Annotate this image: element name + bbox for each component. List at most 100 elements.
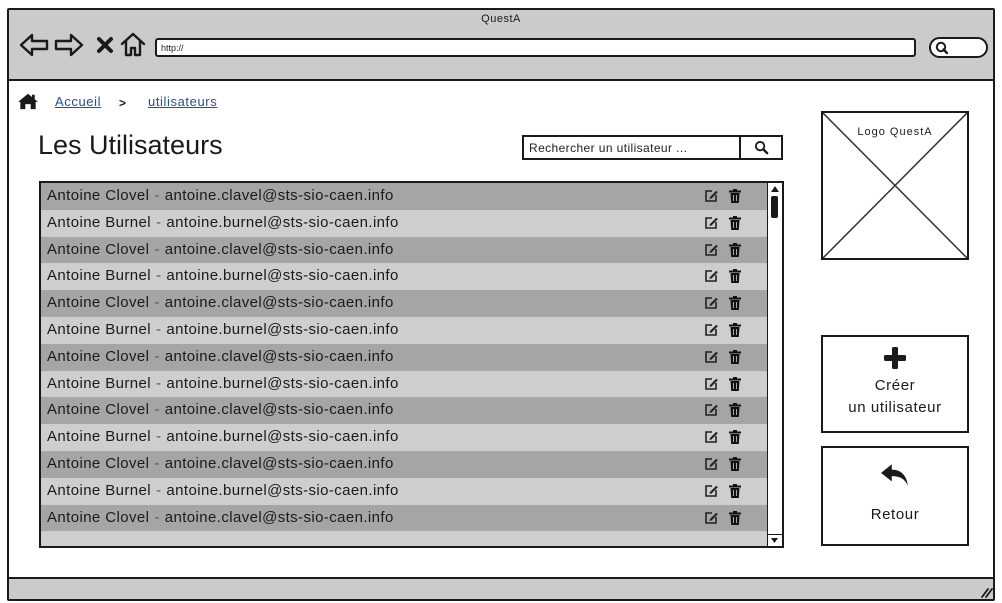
list-item[interactable]: Antoine Clovel - antoine.clavel@sts-sio-ca… xyxy=(41,290,767,317)
name-email-separator: - xyxy=(154,347,160,365)
list-item[interactable]: Antoine Clovel - antoine.clavel@sts-sio-ca… xyxy=(41,183,767,210)
user-email: antoine.burnel@sts-sio-caen.info xyxy=(166,428,399,446)
name-email-separator: - xyxy=(156,320,162,338)
edit-icon[interactable] xyxy=(703,295,719,311)
reply-icon xyxy=(880,462,910,488)
edit-icon[interactable] xyxy=(703,456,719,472)
name-email-separator: - xyxy=(154,240,160,258)
user-name: Antoine Clovel xyxy=(47,508,150,526)
window-title: QuestA xyxy=(481,13,521,25)
trash-icon[interactable] xyxy=(728,242,742,258)
search-button[interactable] xyxy=(739,137,781,158)
edit-icon[interactable] xyxy=(703,268,719,284)
back-arrow-icon[interactable] xyxy=(19,33,49,57)
trash-icon[interactable] xyxy=(728,456,742,472)
list-item[interactable]: Antoine Clovel - antoine.clavel@sts-sio-ca… xyxy=(41,343,767,371)
trash-icon[interactable] xyxy=(728,349,742,365)
list-item[interactable]: Antoine Clovel - antoine.clavel@sts-sio-ca… xyxy=(41,397,767,425)
search-icon xyxy=(754,140,769,155)
trash-icon[interactable] xyxy=(728,295,742,311)
list-item[interactable]: Antoine Burnel - antoine.burnel@sts-sio-ca… xyxy=(41,263,767,291)
list-item[interactable]: Antoine Clovel - antoine.clavel@sts-sio-ca… xyxy=(41,450,767,478)
browser-search-field[interactable] xyxy=(929,37,988,58)
edit-icon[interactable] xyxy=(703,188,719,204)
name-email-separator: - xyxy=(154,294,160,312)
user-email: antoine.clavel@sts-sio-caen.info xyxy=(164,401,394,419)
name-email-separator: - xyxy=(156,428,162,446)
edit-icon[interactable] xyxy=(703,376,719,392)
edit-icon[interactable] xyxy=(703,402,719,418)
edit-icon[interactable] xyxy=(703,429,719,445)
user-name: Antoine Clovel xyxy=(47,347,150,365)
list-scrollbar[interactable] xyxy=(767,183,782,546)
edit-icon[interactable] xyxy=(703,215,719,231)
page-title: Les Utilisateurs xyxy=(38,130,223,160)
list-item[interactable]: Antoine Clovel - antoine.clavel@sts-sio-ca… xyxy=(41,504,767,532)
scrollbar-thumb[interactable] xyxy=(771,196,778,218)
edit-icon[interactable] xyxy=(703,349,719,365)
trash-icon[interactable] xyxy=(728,215,742,231)
trash-icon[interactable] xyxy=(728,268,742,284)
list-item[interactable]: Antoine Burnel - antoine.burnel@sts-sio-ca… xyxy=(41,370,767,398)
home-icon[interactable] xyxy=(16,92,40,110)
name-email-separator: - xyxy=(156,267,162,285)
edit-icon[interactable] xyxy=(703,510,719,526)
user-email: antoine.burnel@sts-sio-caen.info xyxy=(166,267,399,285)
user-name: Antoine Clovel xyxy=(47,240,150,258)
home-outline-icon[interactable] xyxy=(119,31,147,58)
plus-icon xyxy=(883,346,907,370)
back-button-label: Retour xyxy=(870,506,920,523)
create-user-button[interactable]: Créer un utilisateur xyxy=(821,335,969,433)
search-icon xyxy=(935,41,949,55)
search-input[interactable] xyxy=(524,137,739,158)
trash-icon[interactable] xyxy=(728,429,742,445)
user-list: Antoine Clovel - antoine.clavel@sts-sio-ca… xyxy=(39,181,784,548)
name-email-separator: - xyxy=(156,481,162,499)
list-item[interactable]: Antoine Burnel - antoine.burnel@sts-sio-ca… xyxy=(41,316,767,344)
breadcrumb-home-link[interactable]: Accueil xyxy=(55,94,101,110)
scroll-down-button[interactable] xyxy=(768,534,782,546)
user-email: antoine.burnel@sts-sio-caen.info xyxy=(166,213,399,231)
name-email-separator: - xyxy=(156,213,162,231)
name-email-separator: - xyxy=(154,454,160,472)
trash-icon[interactable] xyxy=(728,510,742,526)
trash-icon[interactable] xyxy=(728,322,742,338)
user-search xyxy=(522,135,783,160)
breadcrumb-separator: > xyxy=(119,96,127,110)
user-name: Antoine Burnel xyxy=(47,428,152,446)
list-item[interactable]: Antoine Clovel - antoine.clavel@sts-sio-ca… xyxy=(41,236,767,264)
status-bar xyxy=(9,577,993,599)
edit-icon[interactable] xyxy=(703,483,719,499)
stop-icon[interactable] xyxy=(95,35,115,55)
user-email: antoine.clavel@sts-sio-caen.info xyxy=(164,508,394,526)
name-email-separator: - xyxy=(156,374,162,392)
user-email: antoine.burnel@sts-sio-caen.info xyxy=(166,374,399,392)
resize-grip-icon[interactable] xyxy=(980,585,993,598)
user-name: Antoine Burnel xyxy=(47,267,152,285)
forward-arrow-icon[interactable] xyxy=(54,33,84,57)
list-item[interactable]: Antoine Burnel - antoine.burnel@sts-sio-ca… xyxy=(41,477,767,505)
user-email: antoine.clavel@sts-sio-caen.info xyxy=(164,187,394,204)
scroll-down-icon xyxy=(770,537,779,544)
edit-icon[interactable] xyxy=(703,242,719,258)
user-email: antoine.clavel@sts-sio-caen.info xyxy=(164,454,394,472)
user-name: Antoine Burnel xyxy=(47,320,152,338)
edit-icon[interactable] xyxy=(703,322,719,338)
list-item[interactable]: Antoine Burnel - antoine.burnel@sts-sio-ca… xyxy=(41,424,767,451)
trash-icon[interactable] xyxy=(728,188,742,204)
name-email-separator: - xyxy=(154,187,160,204)
user-name: Antoine Clovel xyxy=(47,294,150,312)
breadcrumb-current-link[interactable]: utilisateurs xyxy=(148,94,217,110)
back-button[interactable]: Retour xyxy=(821,446,969,546)
name-email-separator: - xyxy=(154,508,160,526)
user-name: Antoine Clovel xyxy=(47,187,150,204)
trash-icon[interactable] xyxy=(728,483,742,499)
scroll-up-icon[interactable] xyxy=(770,185,780,193)
trash-icon[interactable] xyxy=(728,402,742,418)
user-email: antoine.clavel@sts-sio-caen.info xyxy=(164,240,394,258)
user-name: Antoine Burnel xyxy=(47,213,152,231)
url-bar[interactable] xyxy=(155,38,916,57)
user-name: Antoine Burnel xyxy=(47,374,152,392)
trash-icon[interactable] xyxy=(728,376,742,392)
list-item[interactable]: Antoine Burnel - antoine.burnel@sts-sio-ca… xyxy=(41,209,767,237)
